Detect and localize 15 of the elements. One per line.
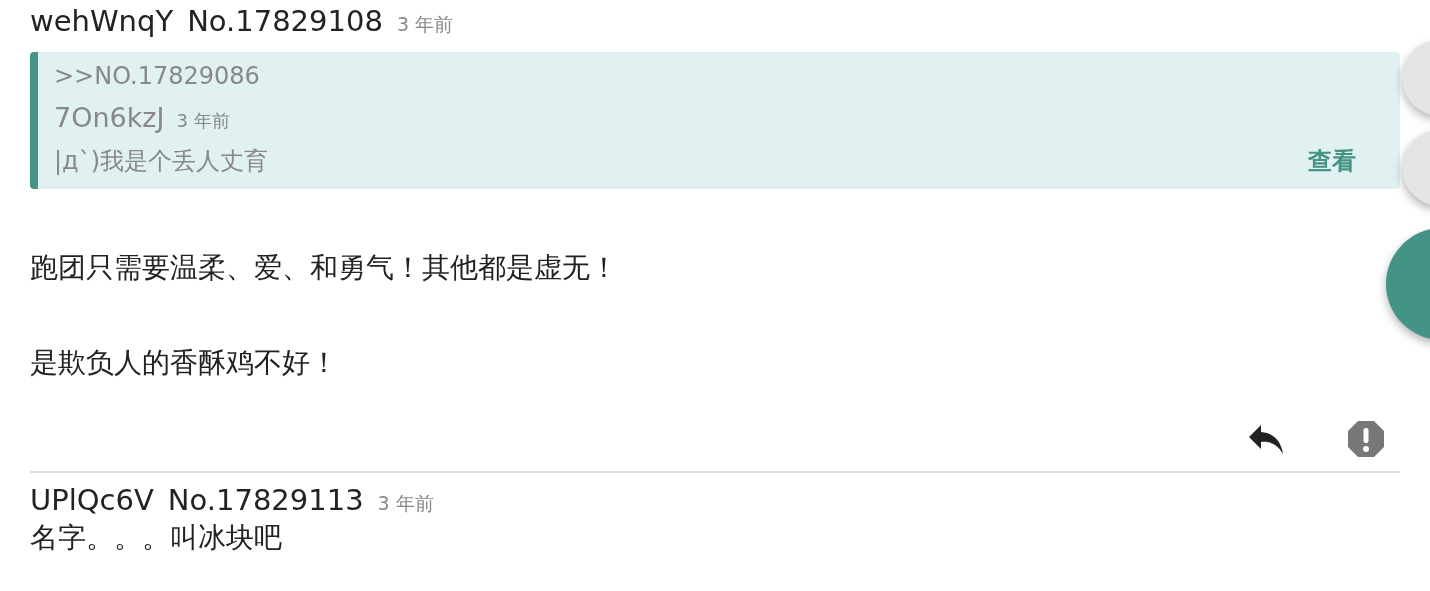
quote-username: 7On6kzJ <box>54 102 165 133</box>
report-icon[interactable] <box>1346 419 1386 459</box>
username: wehWnqY <box>30 4 174 38</box>
post-number: No.17829108 <box>187 4 383 38</box>
post-text: 跑团只需要温柔、爱、和勇气！其他都是虚无！ <box>30 250 619 286</box>
post-number: No.17829113 <box>167 483 364 517</box>
quote-text: |д`)我是个丢人丈育 <box>54 146 269 177</box>
quote-time: 3 年前 <box>176 109 230 133</box>
post-time: 3 年前 <box>377 491 434 516</box>
quote-reference: >>NO.17829086 <box>54 62 261 90</box>
username: UPlQc6V <box>30 483 154 517</box>
post-text: 名字。。。叫冰块吧 <box>30 520 283 556</box>
post-text: 是欺负人的香酥鸡不好！ <box>30 345 339 381</box>
view-link[interactable]: 查看 <box>1308 145 1356 177</box>
post-time: 3 年前 <box>396 12 453 37</box>
